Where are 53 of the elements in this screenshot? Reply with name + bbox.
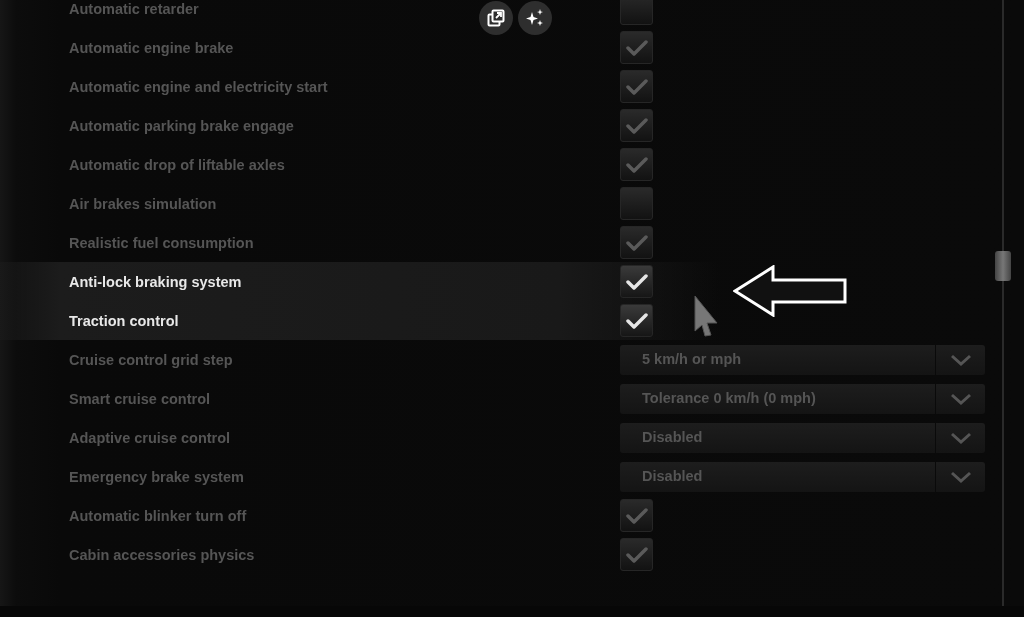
- setting-label: Emergency brake system: [69, 468, 244, 485]
- dropdown-value: Disabled: [641, 427, 704, 447]
- chevron-down-icon: [949, 470, 972, 483]
- setting-label: Smart cruise control: [69, 390, 210, 407]
- popout-button[interactable]: [479, 1, 513, 35]
- dropdown[interactable]: Tolerance 0 km/h (0 mph): [620, 383, 985, 414]
- checkbox[interactable]: [620, 187, 653, 220]
- checkbox[interactable]: [620, 499, 653, 532]
- checkmark-icon: [625, 272, 648, 291]
- checkmark-icon: [625, 311, 648, 330]
- popout-icon: [487, 9, 505, 27]
- setting-label: Air brakes simulation: [69, 195, 217, 212]
- setting-label: Automatic engine brake: [69, 39, 234, 56]
- checkbox[interactable]: [620, 226, 653, 259]
- setting-label: Automatic retarder: [69, 0, 199, 17]
- setting-label: Automatic parking brake engage: [69, 117, 294, 134]
- mouse-cursor: [693, 295, 719, 337]
- checkbox[interactable]: [620, 148, 653, 181]
- checkmark-icon: [625, 38, 648, 57]
- checkmark-icon: [625, 545, 648, 564]
- sparkle-icon: [525, 8, 545, 28]
- setting-label: Cabin accessories physics: [69, 546, 255, 563]
- chevron-down-icon: [949, 431, 972, 444]
- checkmark-icon: [625, 77, 648, 96]
- chevron-down-icon: [949, 353, 972, 366]
- dropdown-value: Tolerance 0 km/h (0 mph): [641, 388, 817, 408]
- checkmark-icon: [625, 233, 648, 252]
- setting-label: Automatic engine and electricity start: [69, 78, 328, 95]
- setting-label: Anti-lock braking system: [69, 273, 242, 290]
- checkbox[interactable]: [620, 538, 653, 571]
- checkbox[interactable]: [620, 70, 653, 103]
- setting-label: Automatic drop of liftable axles: [69, 156, 285, 173]
- checkbox[interactable]: [620, 0, 653, 25]
- dropdown-value: 5 km/h or mph: [641, 349, 743, 369]
- dropdown[interactable]: 5 km/h or mph: [620, 344, 985, 375]
- checkbox[interactable]: [620, 304, 653, 337]
- dropdown[interactable]: Disabled: [620, 422, 985, 453]
- checkbox[interactable]: [620, 265, 653, 298]
- setting-label: Adaptive cruise control: [69, 429, 231, 446]
- dropdown[interactable]: Disabled: [620, 461, 985, 492]
- checkmark-icon: [625, 506, 648, 525]
- setting-label: Traction control: [69, 312, 179, 329]
- checkmark-icon: [625, 116, 648, 135]
- setting-label: Automatic blinker turn off: [69, 507, 247, 524]
- setting-label: Realistic fuel consumption: [69, 234, 254, 251]
- sparkle-button[interactable]: [518, 1, 552, 35]
- setting-label: Cruise control grid step: [69, 351, 233, 368]
- checkmark-icon: [625, 155, 648, 174]
- chevron-down-icon: [949, 392, 972, 405]
- dropdown-value: Disabled: [641, 466, 704, 486]
- scrollbar-thumb[interactable]: [995, 251, 1011, 281]
- checkbox[interactable]: [620, 31, 653, 64]
- checkbox[interactable]: [620, 109, 653, 142]
